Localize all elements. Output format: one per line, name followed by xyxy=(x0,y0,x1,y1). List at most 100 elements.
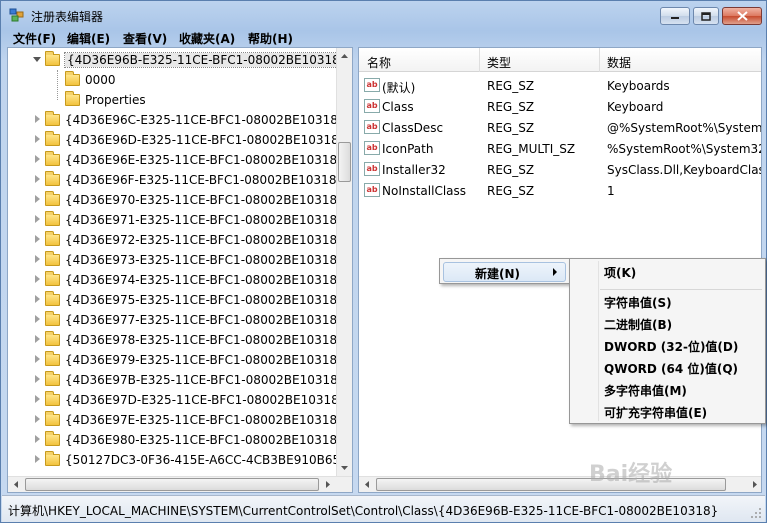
tree-item-label: {4D36E980-E325-11CE-BFC1-08002BE10318} xyxy=(65,433,345,447)
list-row[interactable]: ab ClassDesc REG_SZ @%SystemRoot%\System32 xyxy=(359,117,762,138)
submenu-item-expandable-string[interactable]: 可扩充字符串值(E) xyxy=(604,404,707,421)
tree-item[interactable]: {4D36E973-E325-11CE-BFC1-08002BE10318} xyxy=(8,250,345,270)
value-type: REG_SZ xyxy=(487,163,535,177)
expand-arrow-icon[interactable] xyxy=(33,57,41,62)
expand-arrow-icon[interactable] xyxy=(35,195,40,203)
expand-arrow-icon[interactable] xyxy=(35,255,40,263)
expand-arrow-icon[interactable] xyxy=(35,455,40,463)
context-menu-new-label: 新建(N) xyxy=(475,267,521,281)
expand-arrow-icon[interactable] xyxy=(35,135,40,143)
column-divider[interactable] xyxy=(479,48,480,72)
tree-item[interactable]: {4D36E978-E325-11CE-BFC1-08002BE10318} xyxy=(8,330,345,350)
column-divider[interactable] xyxy=(599,48,600,72)
list-row[interactable]: ab Class REG_SZ Keyboard xyxy=(359,96,761,117)
context-menu-new[interactable]: 新建(N) xyxy=(443,262,566,282)
menu-favorites[interactable]: 收藏夹(A) xyxy=(179,30,235,47)
tree-item-label: {4D36E977-E325-11CE-BFC1-08002BE10318} xyxy=(65,313,345,327)
value-data: @%SystemRoot%\System32 xyxy=(607,121,762,135)
title-bar[interactable]: 注册表编辑器 xyxy=(1,1,766,29)
tree-item[interactable]: {4D36E977-E325-11CE-BFC1-08002BE10318} xyxy=(8,310,345,330)
tree-item[interactable]: {4D36E970-E325-11CE-BFC1-08002BE10318} xyxy=(8,190,345,210)
tree-horizontal-scrollbar[interactable] xyxy=(8,476,352,492)
value-type: REG_MULTI_SZ xyxy=(487,142,576,156)
status-bar: 计算机\HKEY_LOCAL_MACHINE\SYSTEM\CurrentCon… xyxy=(2,495,765,522)
tree-item[interactable]: {4D36E975-E325-11CE-BFC1-08002BE10318} xyxy=(8,290,345,310)
list-row[interactable]: ab IconPath REG_MULTI_SZ %SystemRoot%\Syste… xyxy=(359,138,761,159)
submenu-item-qword[interactable]: QWORD (64 位)值(Q) xyxy=(604,360,738,377)
value-type: REG_SZ xyxy=(487,79,535,93)
scroll-up-icon[interactable] xyxy=(337,49,352,63)
expand-arrow-icon[interactable] xyxy=(35,375,40,383)
submenu-item-key[interactable]: 项(K) xyxy=(604,264,636,281)
tree-item[interactable]: {4D36E96C-E325-11CE-BFC1-08002BE10318} xyxy=(8,110,346,130)
menu-view[interactable]: 查看(V) xyxy=(123,30,167,47)
tree-vertical-scrollbar[interactable] xyxy=(336,48,352,476)
column-data[interactable]: 数据 xyxy=(607,54,631,71)
list-row[interactable]: ab Installer32 REG_SZ SysClass.Dll,Keyboard… xyxy=(359,159,762,180)
list-row[interactable]: ab (默认) REG_SZ Keyboards xyxy=(359,75,761,96)
tree-item-label: {4D36E978-E325-11CE-BFC1-08002BE10318} xyxy=(65,333,345,347)
menu-help[interactable]: 帮助(H) xyxy=(248,30,293,47)
tree-hscroll-thumb[interactable] xyxy=(25,478,319,491)
tree-item[interactable]: {4D36E979-E325-11CE-BFC1-08002BE10318} xyxy=(8,350,345,370)
close-button[interactable] xyxy=(722,7,762,25)
tree-item[interactable]: {4D36E972-E325-11CE-BFC1-08002BE10318} xyxy=(8,230,345,250)
context-menu: 新建(N) xyxy=(439,258,570,284)
submenu-item-string[interactable]: 字符串值(S) xyxy=(604,294,672,311)
tree-item[interactable]: {4D36E97E-E325-11CE-BFC1-08002BE10318} xyxy=(8,410,345,430)
expand-arrow-icon[interactable] xyxy=(35,115,40,123)
menu-edit[interactable]: 编辑(E) xyxy=(67,30,110,47)
scroll-down-icon[interactable] xyxy=(337,461,352,475)
expand-arrow-icon[interactable] xyxy=(35,235,40,243)
tree-item-child[interactable]: Properties xyxy=(8,90,338,110)
column-type[interactable]: 类型 xyxy=(487,54,511,71)
minimize-button[interactable] xyxy=(660,7,690,25)
expand-arrow-icon[interactable] xyxy=(35,355,40,363)
tree-item[interactable]: {4D36E96D-E325-11CE-BFC1-08002BE10318} xyxy=(8,130,346,150)
value-name: IconPath xyxy=(382,142,434,156)
resize-grip-icon[interactable] xyxy=(750,507,762,519)
expand-arrow-icon[interactable] xyxy=(35,335,40,343)
scroll-right-icon[interactable] xyxy=(748,477,762,492)
list-row[interactable]: ab NoInstallClass REG_SZ 1 xyxy=(359,180,761,201)
new-submenu: 项(K) 字符串值(S) 二进制值(B) DWORD (32-位)值(D) QW… xyxy=(569,258,766,424)
tree-item-label: Properties xyxy=(85,93,146,107)
list-horizontal-scrollbar[interactable] xyxy=(359,476,762,492)
expand-arrow-icon[interactable] xyxy=(35,315,40,323)
expand-arrow-icon[interactable] xyxy=(35,295,40,303)
tree-item-label: {4D36E96D-E325-11CE-BFC1-08002BE10318} xyxy=(65,133,347,147)
expand-arrow-icon[interactable] xyxy=(35,395,40,403)
submenu-item-dword[interactable]: DWORD (32-位)值(D) xyxy=(604,338,738,355)
submenu-item-binary[interactable]: 二进制值(B) xyxy=(604,316,672,333)
tree-item-label: {4D36E972-E325-11CE-BFC1-08002BE10318} xyxy=(65,233,345,247)
column-name[interactable]: 名称 xyxy=(367,54,391,71)
value-type: REG_SZ xyxy=(487,100,535,114)
scroll-left-icon[interactable] xyxy=(9,477,23,492)
tree-item[interactable]: {4D36E97B-E325-11CE-BFC1-08002BE10318} xyxy=(8,370,345,390)
list-hscroll-thumb[interactable] xyxy=(376,478,726,491)
tree-item[interactable]: {4D36E971-E325-11CE-BFC1-08002BE10318} xyxy=(8,210,345,230)
tree-item[interactable]: {50127DC3-0F36-415E-A6CC-4CB3BE910B65} xyxy=(8,450,348,470)
tree-item-selected[interactable]: {4D36E96B-E325-11CE-BFC1-08002BE10318} xyxy=(8,50,351,70)
registry-editor-window: 注册表编辑器 文件(F) 编辑(E) 查看(V) 收藏夹(A) 帮助(H) {4… xyxy=(0,0,767,523)
expand-arrow-icon[interactable] xyxy=(35,415,40,423)
menu-file[interactable]: 文件(F) xyxy=(13,30,56,47)
tree-item-child[interactable]: 0000 xyxy=(8,70,338,90)
submenu-item-multi-string[interactable]: 多字符串值(M) xyxy=(604,382,687,399)
string-value-icon: ab xyxy=(364,99,380,113)
tree-item[interactable]: {4D36E97D-E325-11CE-BFC1-08002BE10318} xyxy=(8,390,346,410)
value-data: SysClass.Dll,KeyboardClas xyxy=(607,163,762,177)
tree-item[interactable]: {4D36E980-E325-11CE-BFC1-08002BE10318} xyxy=(8,430,345,450)
tree-item[interactable]: {4D36E96F-E325-11CE-BFC1-08002BE10318} xyxy=(8,170,344,190)
expand-arrow-icon[interactable] xyxy=(35,435,40,443)
scroll-right-icon[interactable] xyxy=(321,477,335,492)
expand-arrow-icon[interactable] xyxy=(35,155,40,163)
maximize-button[interactable] xyxy=(693,7,719,25)
tree-scroll-thumb[interactable] xyxy=(338,142,351,182)
scroll-left-icon[interactable] xyxy=(360,477,374,492)
expand-arrow-icon[interactable] xyxy=(35,215,40,223)
tree-item[interactable]: {4D36E96E-E325-11CE-BFC1-08002BE10318} xyxy=(8,150,345,170)
tree-item[interactable]: {4D36E974-E325-11CE-BFC1-08002BE10318} xyxy=(8,270,345,290)
expand-arrow-icon[interactable] xyxy=(35,175,40,183)
expand-arrow-icon[interactable] xyxy=(35,275,40,283)
